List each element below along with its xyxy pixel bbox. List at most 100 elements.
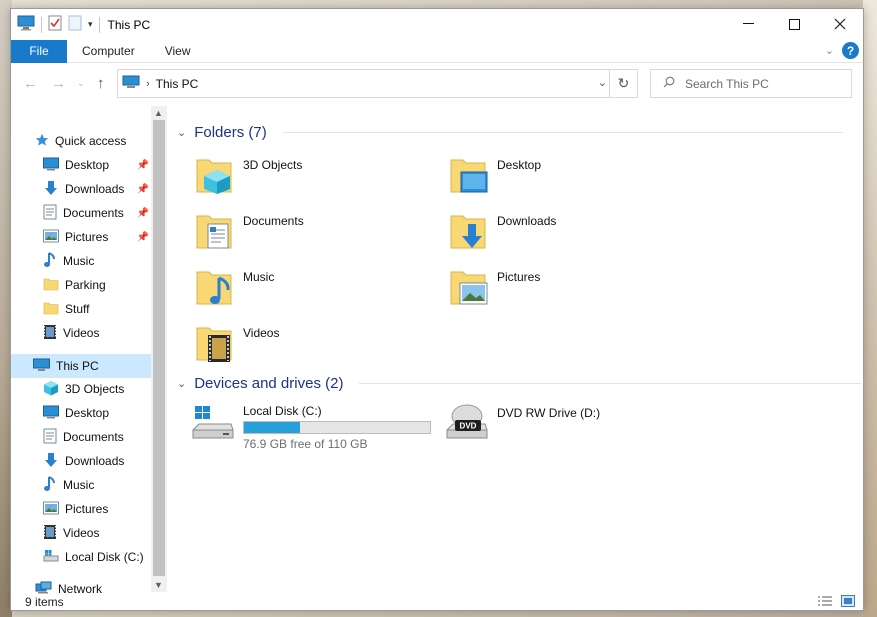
folder-tile[interactable]: Pictures: [449, 266, 540, 311]
document-icon: [43, 428, 57, 447]
close-button[interactable]: [817, 9, 863, 39]
status-bar: 9 items: [11, 592, 863, 612]
properties-icon[interactable]: [48, 15, 62, 34]
video-icon: [43, 324, 57, 343]
sidebar-item-desktop-pc[interactable]: Desktop: [43, 402, 109, 424]
tab-view[interactable]: View: [150, 40, 206, 63]
disk-usage-bar: [243, 421, 431, 434]
svg-text:DVD: DVD: [460, 422, 477, 431]
sidebar-item-downloads-pc[interactable]: Downloads: [43, 450, 124, 472]
drive-free-space: 76.9 GB free of 110 GB: [243, 437, 368, 451]
sidebar-item-label: Music: [63, 478, 95, 492]
video-icon: [43, 524, 57, 543]
forward-icon[interactable]: →: [51, 75, 66, 92]
document-folder-icon: [195, 210, 235, 255]
sidebar-item-label: Videos: [63, 326, 100, 340]
pin-icon[interactable]: 📌: [137, 232, 149, 243]
sidebar-item-local-disk[interactable]: Local Disk (C:): [43, 546, 144, 568]
folder-label: Downloads: [497, 214, 557, 228]
group-title: Folders (7): [194, 124, 267, 141]
cube-folder-icon: [195, 154, 235, 199]
pictures-folder-icon: [449, 266, 489, 311]
star-icon: [35, 133, 49, 150]
folder-label: Desktop: [497, 158, 542, 172]
address-bar[interactable]: › This PC ⌄ ↻: [117, 69, 638, 98]
search-placeholder: Search This PC: [685, 76, 769, 91]
folder-tile[interactable]: Music: [195, 266, 274, 311]
folder-icon: [43, 277, 59, 294]
sidebar-item-pictures-pc[interactable]: Pictures: [43, 498, 108, 520]
drive-tile-d[interactable]: DVD DVD RW Drive (D:): [443, 402, 600, 445]
pictures-icon: [43, 501, 59, 518]
pin-icon[interactable]: 📌: [137, 208, 149, 219]
tab-computer[interactable]: Computer: [67, 40, 150, 63]
sidebar-item-downloads[interactable]: Downloads 📌: [43, 178, 149, 200]
up-icon[interactable]: ↑: [97, 75, 105, 92]
folder-tile[interactable]: Documents: [195, 210, 304, 255]
sidebar-item-label: Videos: [63, 526, 100, 540]
download-icon: [43, 180, 59, 199]
sidebar-item-label: Desktop: [65, 158, 110, 172]
windows-drive-icon: [189, 402, 235, 445]
scroll-thumb[interactable]: [153, 120, 165, 576]
content-pane: ⌄ Folders (7) 3D Objects Desktop Documen…: [171, 106, 861, 592]
pin-icon[interactable]: 📌: [137, 160, 149, 171]
desktop-icon: [43, 405, 59, 422]
sidebar-item-music[interactable]: Music: [43, 250, 94, 272]
sidebar-item-label: Pictures: [65, 502, 109, 516]
details-view-icon[interactable]: [817, 595, 833, 610]
music-folder-icon: [195, 266, 235, 311]
help-icon[interactable]: ?: [842, 42, 859, 59]
sidebar-item-videos[interactable]: Videos: [43, 322, 99, 344]
sidebar-item-documents[interactable]: Documents 📌: [43, 202, 149, 224]
drive-icon: [43, 549, 59, 566]
folder-tile[interactable]: 3D Objects: [195, 154, 302, 199]
drives-group-header[interactable]: ⌄ Devices and drives (2): [177, 375, 861, 392]
folder-tile[interactable]: Videos: [195, 322, 279, 367]
pin-icon[interactable]: 📌: [137, 184, 149, 195]
sidebar-item-3d-objects[interactable]: 3D Objects: [43, 378, 124, 400]
large-icons-view-icon[interactable]: [841, 595, 855, 610]
document-icon: [43, 204, 57, 223]
sidebar-item-documents-pc[interactable]: Documents: [43, 426, 124, 448]
maximize-button[interactable]: [771, 9, 817, 39]
sidebar-item-label: Parking: [65, 278, 106, 292]
address-path[interactable]: This PC: [156, 77, 199, 91]
search-box[interactable]: Search This PC: [650, 69, 852, 98]
refresh-icon[interactable]: ↻: [609, 70, 637, 97]
chevron-down-icon: ⌄: [177, 378, 187, 390]
sidebar-item-videos-pc[interactable]: Videos: [43, 522, 99, 544]
desktop-background-right: [863, 0, 877, 617]
sidebar-item-pictures[interactable]: Pictures 📌: [43, 226, 149, 248]
address-dropdown-icon[interactable]: ⌄: [598, 76, 607, 89]
sidebar-item-this-pc[interactable]: This PC: [11, 354, 151, 378]
sidebar-item-label: 3D Objects: [65, 382, 125, 396]
folder-label: Documents: [243, 214, 304, 228]
folders-group-header[interactable]: ⌄ Folders (7): [177, 124, 843, 141]
sidebar-item-stuff[interactable]: Stuff: [43, 298, 89, 320]
folder-tile[interactable]: Downloads: [449, 210, 556, 255]
drive-label: DVD RW Drive (D:): [497, 406, 601, 420]
expand-ribbon-icon[interactable]: ⌄: [825, 44, 834, 57]
sidebar-item-desktop[interactable]: Desktop 📌: [43, 154, 149, 176]
sidebar-item-label: Local Disk (C:): [65, 550, 144, 564]
folder-label: Videos: [243, 326, 280, 340]
scroll-down-icon[interactable]: ▼: [154, 580, 163, 590]
title-bar: ▾ This PC: [11, 9, 863, 40]
back-icon[interactable]: ←: [23, 75, 38, 92]
folder-tile[interactable]: Desktop: [449, 154, 541, 199]
tab-file[interactable]: File: [11, 39, 67, 63]
scroll-up-icon[interactable]: ▲: [154, 108, 163, 118]
minimize-button[interactable]: [725, 9, 771, 39]
new-folder-icon[interactable]: [68, 15, 82, 34]
drive-tile-c[interactable]: Local Disk (C:) 76.9 GB free of 110 GB: [189, 402, 431, 451]
nav-scrollbar[interactable]: ▲ ▼: [151, 106, 167, 592]
qat-dropdown-icon[interactable]: ▾: [88, 19, 93, 30]
breadcrumb-chevron-icon[interactable]: ›: [146, 78, 150, 90]
computer-icon: [33, 358, 50, 375]
sidebar-item-music-pc[interactable]: Music: [43, 474, 94, 496]
sidebar-item-parking[interactable]: Parking: [43, 274, 106, 296]
sidebar-item-quick-access[interactable]: Quick access: [35, 130, 126, 152]
recent-locations-icon[interactable]: ⌄: [77, 78, 85, 89]
computer-icon: [122, 75, 140, 92]
